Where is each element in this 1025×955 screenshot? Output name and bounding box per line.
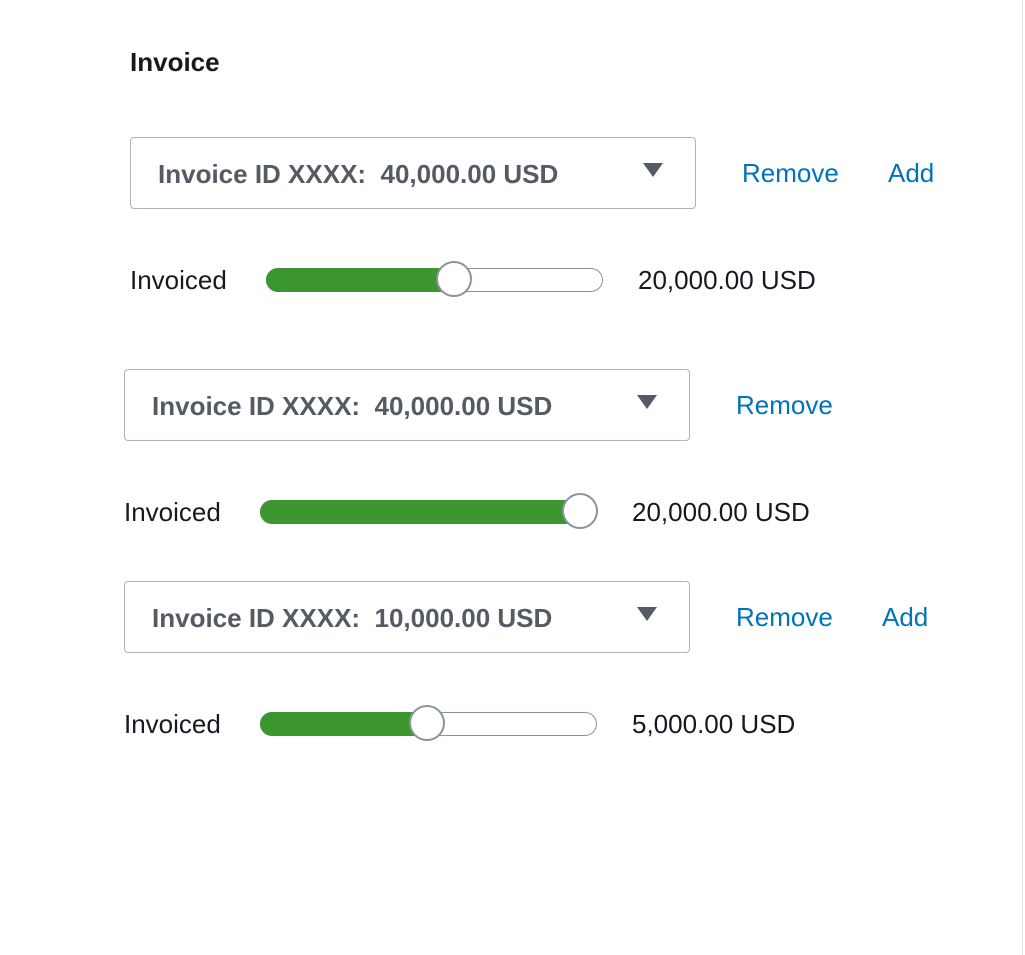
invoiced-slider-fill [266,268,459,292]
caret-down-icon [637,395,657,409]
invoice-select[interactable]: Invoice ID XXXX: 40,000.00 USD [130,137,696,209]
invoiced-slider-thumb[interactable] [562,493,598,529]
remove-link[interactable]: Remove [736,601,833,633]
invoiced-amount: 20,000.00 USD [632,497,810,527]
invoiced-slider-thumb[interactable] [408,705,445,741]
invoice-group-3: Invoice ID XXXX: 10,000.00 USD Remove Ad… [124,581,1024,751]
invoiced-slider-fill [260,712,432,736]
invoiced-slider[interactable] [260,705,597,741]
add-link[interactable]: Add [882,601,928,633]
invoiced-slider-fill [260,500,585,524]
remove-link[interactable]: Remove [742,157,839,189]
invoiced-label: Invoiced [124,709,221,739]
add-link[interactable]: Add [888,157,934,189]
invoiced-slider[interactable] [260,493,598,529]
invoice-select-value: Invoice ID XXXX: 40,000.00 USD [152,391,553,421]
invoice-group-1: Invoice ID XXXX: 40,000.00 USD Remove Ad… [130,137,1025,307]
invoiced-amount: 20,000.00 USD [638,265,816,295]
invoiced-label: Invoiced [130,265,227,295]
invoiced-slider[interactable] [266,261,603,297]
caret-down-icon [637,607,657,621]
invoiced-amount: 5,000.00 USD [632,709,796,739]
invoice-select-value: Invoice ID XXXX: 10,000.00 USD [152,603,553,633]
invoiced-slider-thumb[interactable] [435,261,472,297]
invoiced-label: Invoiced [124,497,221,527]
section-title: Invoice [130,47,220,77]
remove-link[interactable]: Remove [736,389,833,421]
invoice-select-value: Invoice ID XXXX: 40,000.00 USD [158,159,559,189]
invoice-select[interactable]: Invoice ID XXXX: 40,000.00 USD [124,369,690,441]
invoice-group-2: Invoice ID XXXX: 40,000.00 USD Remove In… [124,369,1024,539]
caret-down-icon [643,163,663,177]
invoice-select[interactable]: Invoice ID XXXX: 10,000.00 USD [124,581,690,653]
